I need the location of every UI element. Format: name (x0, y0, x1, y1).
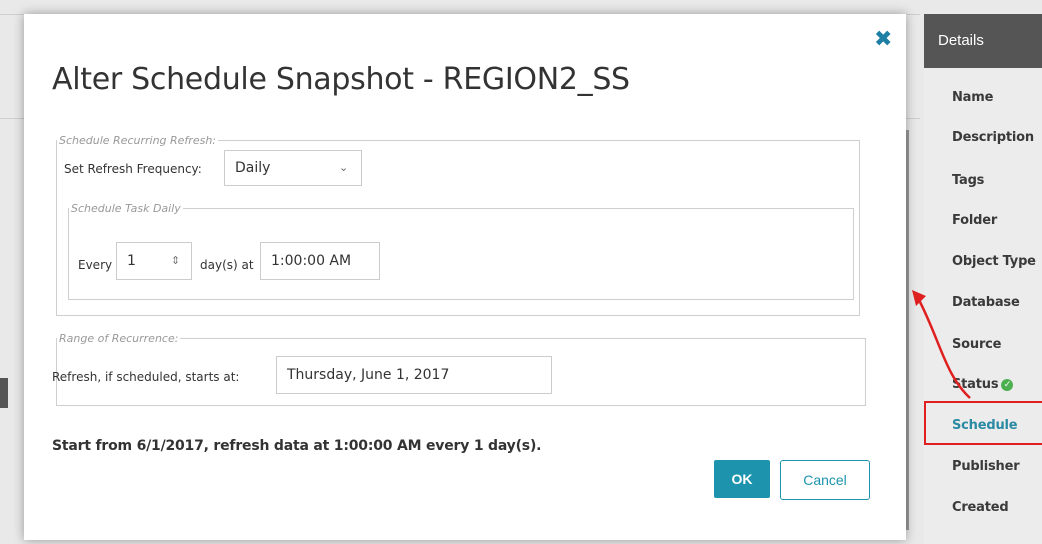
details-item-folder[interactable]: Folder (952, 213, 997, 228)
starts-at-label: Refresh, if scheduled, starts at: (52, 370, 240, 384)
details-item-object-type[interactable]: Object Type (952, 254, 1036, 269)
frequency-select[interactable]: Daily ⌄ (224, 150, 362, 186)
details-item-tags[interactable]: Tags (952, 173, 984, 188)
range-of-recurrence-legend: Range of Recurrence: (59, 332, 179, 345)
schedule-summary: Start from 6/1/2017, refresh data at 1:0… (52, 438, 542, 454)
details-item-publisher[interactable]: Publisher (952, 459, 1020, 474)
close-icon[interactable]: ✖ (874, 28, 892, 50)
recurring-refresh-legend: Schedule Recurring Refresh: (59, 134, 217, 147)
details-item-created[interactable]: Created (952, 500, 1009, 515)
dialog-title: Alter Schedule Snapshot - REGION2_SS (52, 62, 630, 97)
annotation-arrow-icon (912, 290, 971, 399)
days-at-label: day(s) at (200, 258, 254, 272)
every-days-value: 1 (127, 253, 136, 269)
every-days-stepper[interactable]: 1 ⇕ (116, 242, 192, 280)
details-item-name[interactable]: Name (952, 90, 993, 105)
cancel-button[interactable]: Cancel (780, 460, 870, 500)
start-date-input[interactable]: Thursday, June 1, 2017 (276, 356, 552, 394)
frequency-label: Set Refresh Frequency: (64, 162, 202, 176)
details-panel: Details Name Description Tags Folder Obj… (924, 14, 1042, 544)
background-panel-edge (0, 378, 8, 408)
frequency-value: Daily (235, 160, 271, 176)
chevron-down-icon: ⌄ (339, 161, 349, 174)
ok-button[interactable]: OK (714, 460, 770, 498)
daily-task-legend: Schedule Task Daily (71, 202, 181, 215)
check-circle-icon: ✓ (1001, 378, 1014, 391)
details-header: Details (924, 14, 1042, 68)
schedule-dialog: ✖ Alter Schedule Snapshot - REGION2_SS S… (24, 14, 906, 540)
every-label: Every (78, 258, 113, 272)
spinner-icon[interactable]: ⇕ (171, 243, 180, 279)
time-input[interactable]: 1:00:00 AM (260, 242, 380, 280)
details-item-description[interactable]: Description (952, 130, 1034, 145)
